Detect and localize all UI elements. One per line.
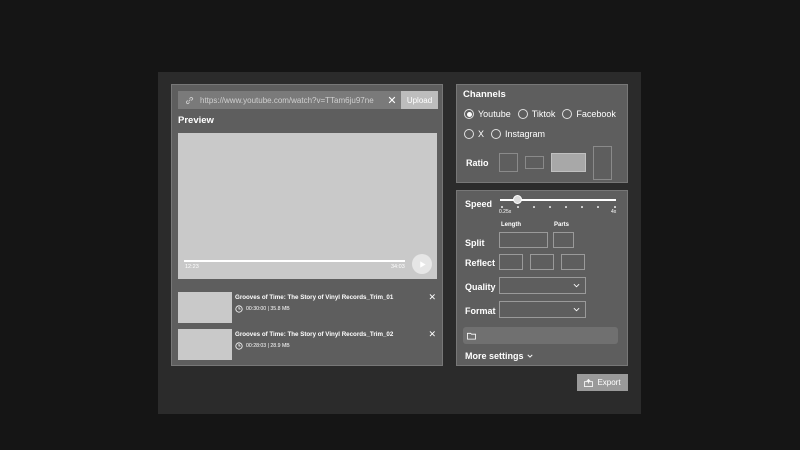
radio-circle[interactable] bbox=[517, 109, 528, 119]
more-settings-toggle[interactable]: More settings bbox=[465, 351, 533, 361]
url-input[interactable]: https://www.youtube.com/watch?v=TTam6ju9… bbox=[196, 96, 385, 105]
reflect-label: Reflect bbox=[465, 258, 496, 268]
ratio-square[interactable] bbox=[499, 153, 518, 172]
output-folder-field[interactable] bbox=[463, 327, 618, 344]
play-button[interactable] bbox=[412, 254, 432, 274]
export-label: Export bbox=[597, 378, 621, 387]
radio-circle[interactable] bbox=[464, 109, 474, 119]
speed-tick bbox=[597, 206, 599, 208]
url-bar: https://www.youtube.com/watch?v=TTam6ju9… bbox=[178, 91, 438, 109]
export-button[interactable]: Export bbox=[577, 374, 628, 391]
speed-min-label: 0.25x bbox=[499, 209, 512, 215]
speed-tick bbox=[581, 206, 583, 208]
length-label: Length bbox=[501, 222, 521, 228]
clip-meta: 00:30:00 | 35.8 MB bbox=[235, 305, 290, 313]
radio-label: Facebook bbox=[576, 109, 616, 119]
channels-panel: Channels Youtube Tiktok Facebook X Insta… bbox=[456, 84, 628, 183]
clip-title: Grooves of Time: The Story of Vinyl Reco… bbox=[235, 294, 394, 301]
clip-item[interactable]: Grooves of Time: The Story of Vinyl Reco… bbox=[178, 292, 438, 324]
upload-button[interactable]: Upload bbox=[401, 91, 438, 109]
speed-tick bbox=[565, 206, 567, 208]
radio-label: Tiktok bbox=[531, 109, 556, 119]
radio-facebook[interactable]: Facebook bbox=[562, 109, 616, 119]
chevron-down-icon bbox=[526, 354, 533, 358]
close-icon[interactable]: ✕ bbox=[428, 329, 436, 340]
clip-thumbnail bbox=[178, 292, 232, 323]
format-select[interactable] bbox=[499, 301, 586, 318]
radio-label: Instagram bbox=[505, 129, 546, 139]
app-window: https://www.youtube.com/watch?v=TTam6ju9… bbox=[158, 72, 641, 414]
radio-youtube[interactable]: Youtube bbox=[464, 109, 511, 119]
speed-tick bbox=[501, 206, 503, 208]
quality-label: Quality bbox=[465, 282, 496, 292]
reflect-option-1[interactable] bbox=[499, 254, 523, 270]
more-settings-label: More settings bbox=[465, 351, 524, 361]
radio-circle[interactable] bbox=[464, 129, 474, 139]
format-label: Format bbox=[465, 306, 496, 316]
channel-radio-row: Youtube Tiktok Facebook bbox=[464, 109, 623, 119]
clock-icon bbox=[235, 342, 243, 350]
ratio-label: Ratio bbox=[466, 158, 489, 168]
chevron-down-icon bbox=[573, 307, 580, 312]
video-player[interactable]: 12:23 34:03 bbox=[178, 133, 437, 279]
ratio-portrait[interactable] bbox=[593, 146, 612, 180]
speed-tick bbox=[614, 206, 616, 208]
clip-title: Grooves of Time: The Story of Vinyl Reco… bbox=[235, 331, 394, 338]
quality-select[interactable] bbox=[499, 277, 586, 294]
parts-input[interactable] bbox=[553, 232, 574, 248]
length-input[interactable] bbox=[499, 232, 548, 248]
radio-label: X bbox=[478, 129, 485, 139]
ratio-widescreen[interactable] bbox=[551, 153, 586, 172]
radio-label: Youtube bbox=[478, 109, 511, 119]
split-label: Split bbox=[465, 238, 485, 248]
folder-icon bbox=[467, 332, 476, 340]
clip-meta-text: 00:30:00 | 35.8 MB bbox=[246, 306, 290, 312]
speed-label: Speed bbox=[465, 199, 493, 209]
speed-max-label: 4x bbox=[611, 209, 617, 215]
speed-tick bbox=[517, 206, 519, 208]
radio-instagram[interactable]: Instagram bbox=[491, 129, 545, 139]
chevron-down-icon bbox=[573, 283, 580, 288]
video-progress-bar[interactable] bbox=[184, 260, 405, 262]
radio-circle[interactable] bbox=[562, 109, 573, 119]
link-icon bbox=[182, 93, 196, 107]
ratio-landscape-small[interactable] bbox=[525, 156, 544, 169]
channels-title: Channels bbox=[463, 89, 506, 100]
clip-thumbnail bbox=[178, 329, 232, 360]
speed-tick bbox=[549, 206, 551, 208]
clock-icon bbox=[235, 305, 243, 313]
time-end: 34:03 bbox=[391, 264, 405, 270]
play-icon bbox=[419, 260, 426, 268]
radio-tiktok[interactable]: Tiktok bbox=[517, 109, 556, 119]
speed-tick bbox=[533, 206, 535, 208]
settings-panel: Speed 0.25x 4x Length Parts Split Reflec… bbox=[456, 190, 628, 366]
radio-x[interactable]: X bbox=[464, 129, 484, 139]
preview-title: Preview bbox=[178, 115, 214, 126]
preview-panel: https://www.youtube.com/watch?v=TTam6ju9… bbox=[171, 84, 443, 366]
speed-slider-handle[interactable] bbox=[513, 195, 522, 204]
channel-radio-row: X Instagram bbox=[464, 129, 552, 139]
clip-meta-text: 00:28:03 | 28.9 MB bbox=[246, 343, 290, 349]
close-icon[interactable]: ✕ bbox=[385, 93, 399, 107]
parts-label: Parts bbox=[554, 222, 570, 228]
export-icon bbox=[584, 378, 594, 387]
clip-meta: 00:28:03 | 28.9 MB bbox=[235, 342, 290, 350]
reflect-option-2[interactable] bbox=[530, 254, 554, 270]
radio-circle[interactable] bbox=[491, 129, 502, 139]
reflect-option-3[interactable] bbox=[561, 254, 585, 270]
clip-item[interactable]: Grooves of Time: The Story of Vinyl Reco… bbox=[178, 329, 438, 361]
time-start: 12:23 bbox=[185, 264, 199, 270]
close-icon[interactable]: ✕ bbox=[428, 292, 436, 303]
